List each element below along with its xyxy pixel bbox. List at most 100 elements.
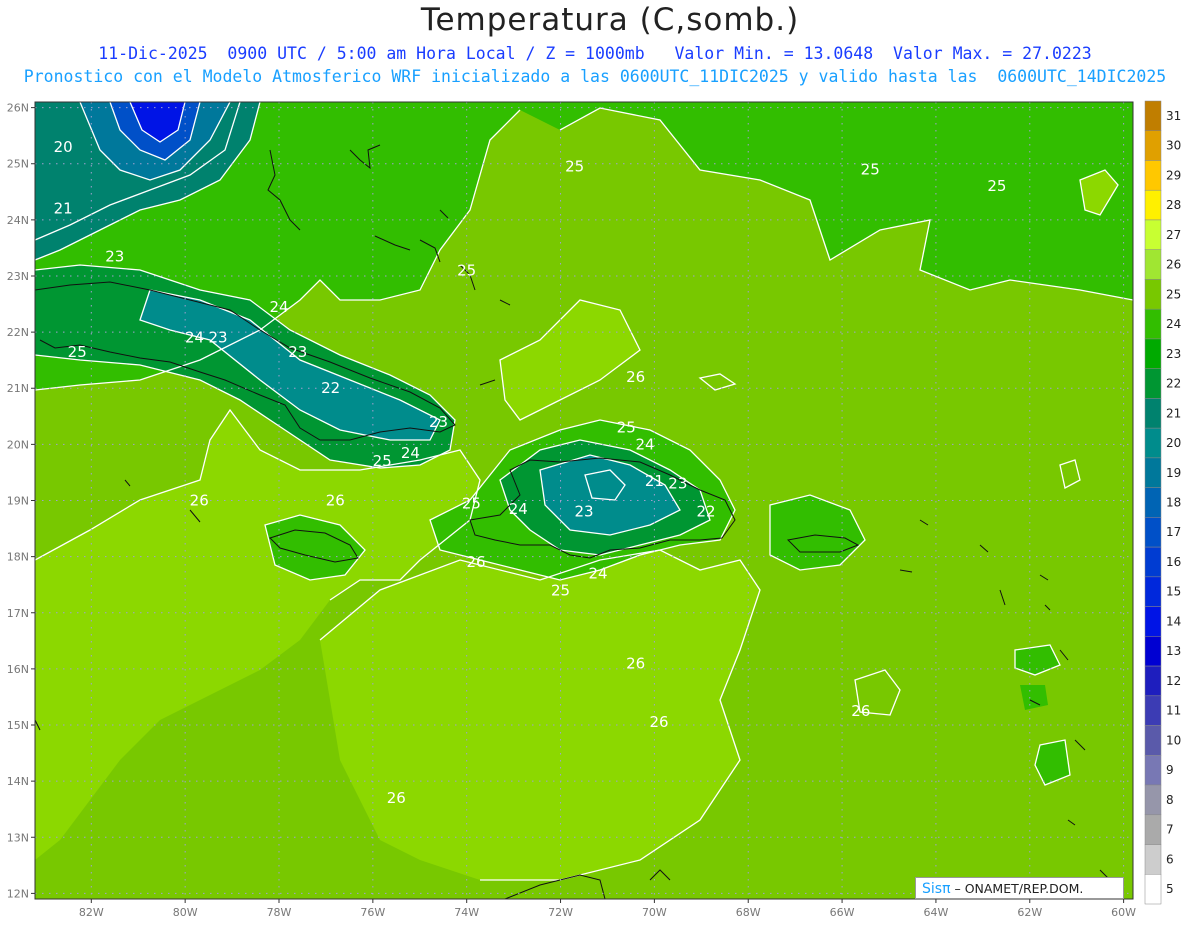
colorbar-label: 29 <box>1166 168 1181 182</box>
colorbar-label: 25 <box>1166 287 1181 301</box>
lat-label: 14N <box>7 775 29 788</box>
lat-label: 26N <box>7 102 29 115</box>
lat-label: 20N <box>7 438 29 451</box>
colorbar-label: 7 <box>1166 823 1174 837</box>
colorbar-swatch <box>1144 755 1162 786</box>
colorbar-swatch <box>1144 695 1162 726</box>
colorbar-label: 21 <box>1166 406 1181 420</box>
colorbar-label: 23 <box>1166 347 1181 361</box>
colorbar-swatch <box>1144 160 1162 191</box>
lat-label: 15N <box>7 719 29 732</box>
lon-label: 76W <box>360 906 385 919</box>
temperature-map: 2021232524 232423222325 242525 252526252421… <box>7 100 1181 919</box>
lon-label: 74W <box>454 906 479 919</box>
colorbar-swatch <box>1144 576 1162 607</box>
colorbar-label: 12 <box>1166 674 1181 688</box>
colorbar-label: 26 <box>1166 258 1181 272</box>
color-bar: 31 30 29 28 27 26 25 24 23 22 21 20 19 18 17 16 15 14 13 12… <box>1144 100 1181 905</box>
contour-label: 26 <box>467 553 486 571</box>
contour-label: 26 <box>626 654 645 672</box>
colorbar-label: 14 <box>1166 614 1181 628</box>
colorbar-swatch <box>1144 427 1162 459</box>
colorbar-swatch <box>1144 487 1162 518</box>
longitude-labels: 82W 80W 78W 76W 74W 72W 70W 68W 66W 64W 62W 60W <box>79 899 1136 919</box>
colorbar-label: 8 <box>1166 793 1174 807</box>
colorbar-label: 9 <box>1166 763 1174 777</box>
colorbar-label: 5 <box>1166 882 1174 896</box>
colorbar-swatch <box>1144 249 1162 280</box>
colorbar-swatch <box>1144 546 1162 578</box>
contour-label: 25 <box>987 177 1006 195</box>
sisp-logo-text: Sisπ <box>922 881 951 897</box>
contour-label: 26 <box>387 789 406 807</box>
contour-label: 25 <box>462 494 481 512</box>
contour-label: 26 <box>190 492 209 510</box>
colorbar-swatch <box>1144 814 1162 845</box>
contour-label: 25 <box>565 158 584 176</box>
contour-label: 25 <box>457 261 476 279</box>
contour-label: 22 <box>321 379 340 397</box>
contour-label: 23 <box>208 329 227 347</box>
contour-label: 24 <box>635 435 654 453</box>
lat-label: 25N <box>7 158 29 171</box>
contour-label: 25 <box>617 419 636 437</box>
contour-label: 23 <box>668 475 687 493</box>
lat-label: 18N <box>7 551 29 564</box>
colorbar-swatch <box>1144 368 1162 399</box>
lon-label: 64W <box>923 906 948 919</box>
colorbar-swatch <box>1144 457 1162 488</box>
colorbar-label: 6 <box>1166 852 1174 866</box>
colorbar-label: 28 <box>1166 198 1181 212</box>
lon-label: 80W <box>173 906 198 919</box>
lat-label: 13N <box>7 831 29 844</box>
colorbar-label: 20 <box>1166 436 1181 450</box>
colorbar-label: 13 <box>1166 644 1181 658</box>
colorbar-swatch <box>1144 517 1162 548</box>
contour-label: 25 <box>861 160 880 178</box>
lon-label: 66W <box>830 906 855 919</box>
contour-label: 24 <box>269 298 288 316</box>
lon-label: 78W <box>267 906 292 919</box>
colorbar-swatch <box>1144 606 1162 637</box>
credit-box: Sisπ – ONAMET/REP.DOM. <box>915 877 1124 899</box>
colorbar-swatch <box>1144 100 1162 131</box>
colorbar-label: 22 <box>1166 377 1181 391</box>
colorbar-swatch <box>1144 636 1162 667</box>
colorbar-swatch <box>1144 308 1162 340</box>
colorbar-swatch <box>1144 189 1162 221</box>
contour-label: 23 <box>105 247 124 265</box>
colorbar-label: 24 <box>1166 317 1181 331</box>
colorbar-label: 31 <box>1166 109 1181 123</box>
contour-label: 24 <box>509 500 528 518</box>
contour-label: 25 <box>373 452 392 470</box>
contour-label: 26 <box>851 702 870 720</box>
contour-label: 25 <box>68 343 87 361</box>
lon-label: 68W <box>736 906 761 919</box>
colorbar-swatch <box>1144 398 1162 429</box>
colorbar-swatch <box>1144 874 1162 905</box>
lat-label: 24N <box>7 214 29 227</box>
lat-label: 17N <box>7 607 29 620</box>
colorbar-swatch <box>1144 130 1162 161</box>
lat-label: 19N <box>7 495 29 508</box>
lon-label: 82W <box>79 906 104 919</box>
contour-label: 26 <box>626 368 645 386</box>
colorbar-label: 30 <box>1166 139 1181 153</box>
colorbar-label: 17 <box>1166 525 1181 539</box>
credit-text: – ONAMET/REP.DOM. <box>950 881 1084 896</box>
colorbar-swatch <box>1144 784 1162 816</box>
lon-label: 62W <box>1017 906 1042 919</box>
contour-label: 26 <box>650 713 669 731</box>
lon-label: 70W <box>642 906 667 919</box>
colorbar-swatch <box>1144 219 1162 250</box>
lat-label: 12N <box>7 887 29 900</box>
colorbar-label: 11 <box>1166 704 1181 718</box>
contour-label: 21 <box>54 200 73 218</box>
contour-label: 24 <box>589 564 608 582</box>
colorbar-label: 10 <box>1166 733 1181 747</box>
contour-label: 20 <box>54 138 73 156</box>
lat-label: 23N <box>7 270 29 283</box>
contour-label: 23 <box>574 503 593 521</box>
colorbar-label: 19 <box>1166 466 1181 480</box>
lon-label: 72W <box>548 906 573 919</box>
